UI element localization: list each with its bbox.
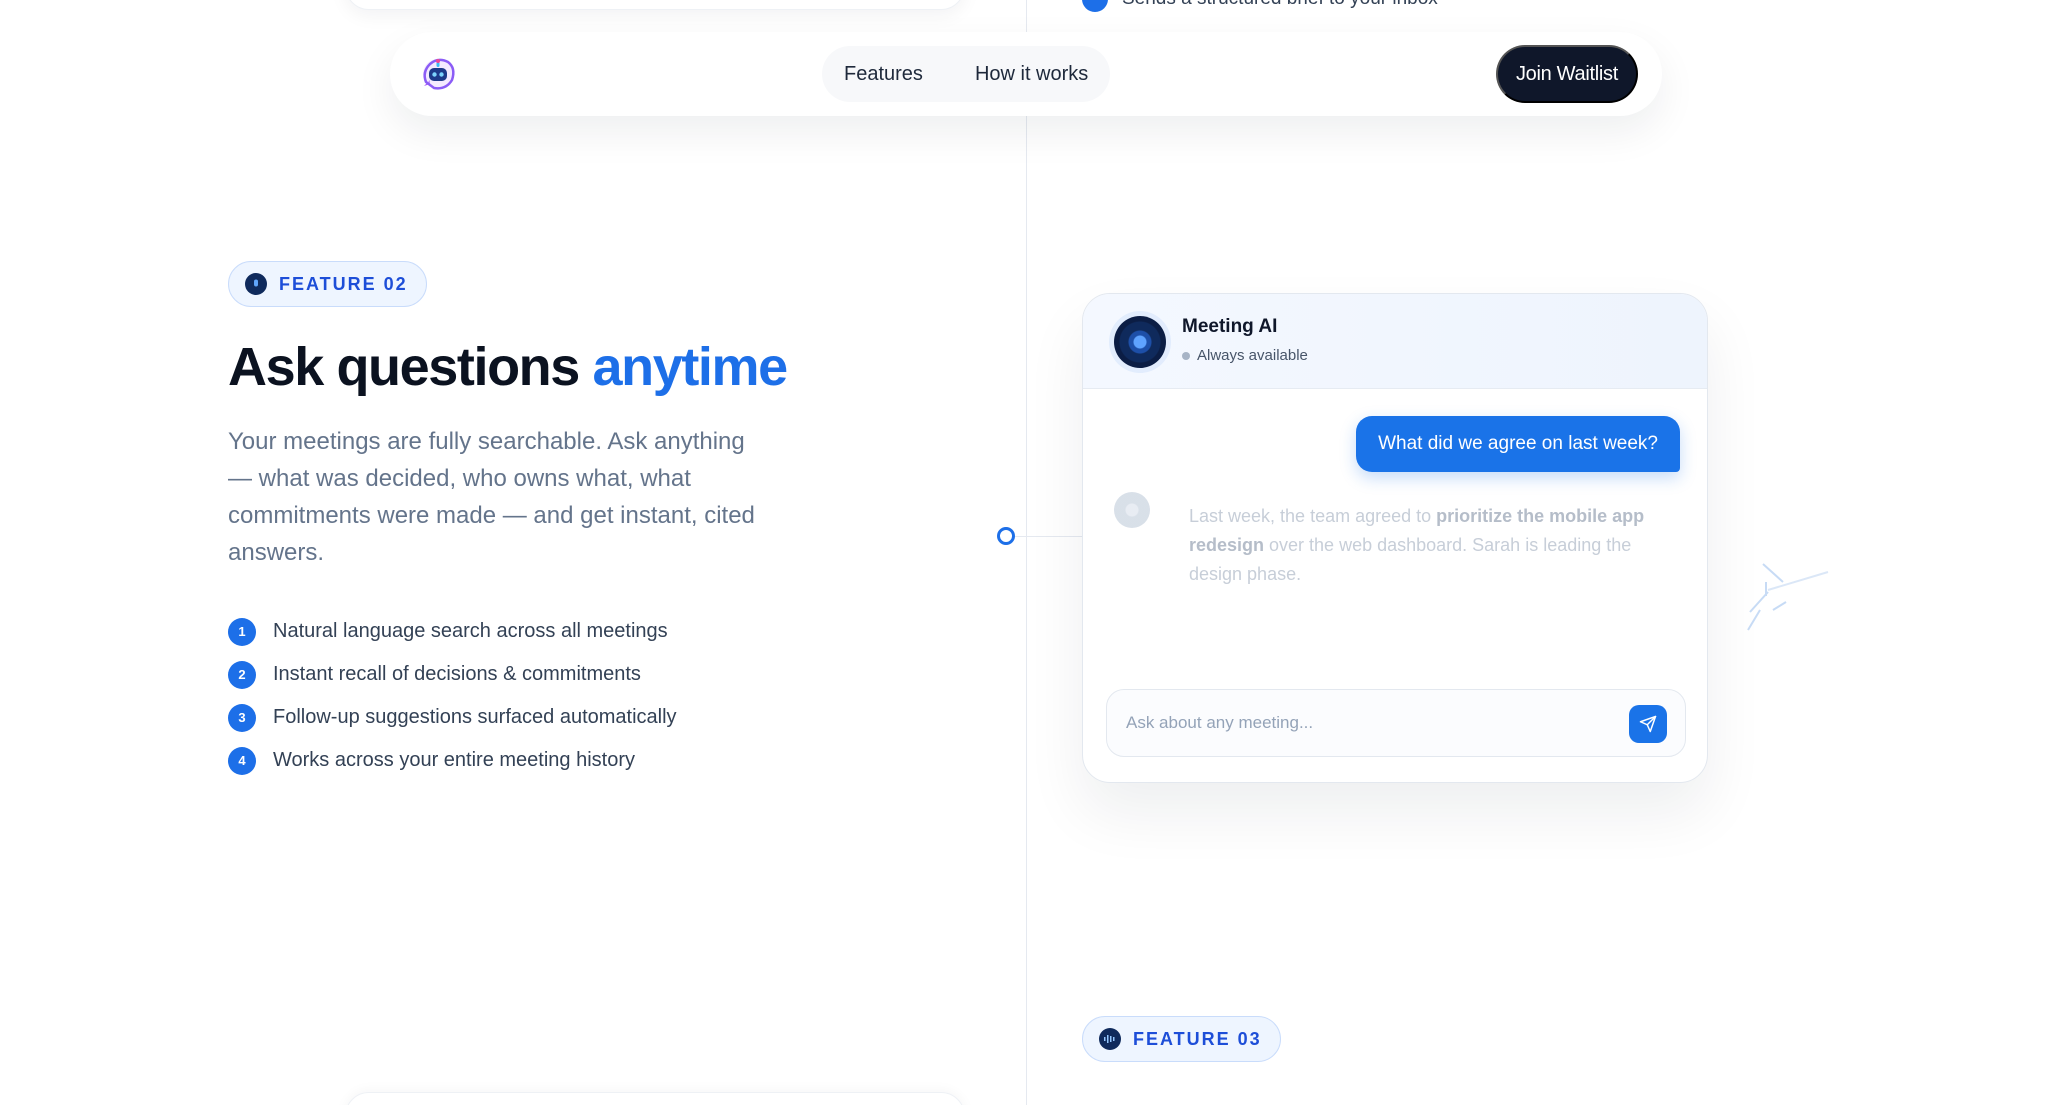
- meeting-ai-avatar: [1114, 316, 1166, 368]
- title-accent: anytime: [592, 337, 789, 397]
- send-icon: [1639, 715, 1657, 733]
- feature-03-badge-label: FEATURE 03: [1133, 1028, 1262, 1049]
- timeline-line: [1026, 0, 1027, 1105]
- bullet-text: Natural language search across all meeti…: [273, 620, 668, 642]
- list-item: 2 Instant recall of decisions & commitme…: [228, 653, 677, 696]
- chat-status: Always available: [1182, 347, 1308, 364]
- feature-02-description: Your meetings are fully searchable. Ask …: [228, 428, 755, 566]
- ai-reply-avatar: [1114, 492, 1150, 528]
- send-button[interactable]: [1629, 705, 1667, 743]
- user-message-bubble: What did we agree on last week?: [1356, 416, 1680, 472]
- title-main: Ask questions: [228, 337, 593, 397]
- bullet-text: Works across your entire meeting history: [273, 749, 635, 771]
- chat-input-box: [1106, 689, 1686, 757]
- chat-status-text: Always available: [1197, 347, 1308, 364]
- chat-header: Meeting AI Always available: [1083, 294, 1707, 389]
- decorative-sparkle-icon: [1747, 563, 1829, 631]
- chat-assistant-name: Meeting AI: [1182, 316, 1278, 337]
- step-number-badge: 2: [228, 660, 256, 689]
- list-item: 4 Works across your entire meeting histo…: [228, 739, 677, 782]
- list-item: 3 Follow-up suggestions surfaced automat…: [228, 696, 677, 739]
- join-waitlist-button[interactable]: Join Waitlist: [1495, 45, 1638, 103]
- previous-feature-item-text: Sends a structured brief to your inbox: [1122, 0, 1438, 10]
- feature-02-bullet-list: 1 Natural language search across all mee…: [228, 610, 677, 782]
- ai-reply-text: Last week, the team agreed to prioritize…: [1189, 502, 1659, 589]
- previous-feature-item: Sends a structured brief to your inbox: [1082, 0, 1438, 12]
- audio-waveform-icon: [1099, 1028, 1121, 1050]
- reply-part: Last week, the team agreed to: [1189, 506, 1437, 526]
- feature-02-badge-label: FEATURE 02: [279, 273, 408, 294]
- meeting-ai-chat-card: Meeting AI Always available What did we …: [1082, 293, 1708, 783]
- nav-link-how-it-works[interactable]: How it works: [975, 63, 1088, 86]
- status-dot-icon: [1182, 351, 1190, 360]
- bullet-text: Follow-up suggestions surfaced automatic…: [273, 706, 677, 728]
- robot-chat-logo-icon[interactable]: [416, 52, 460, 96]
- timeline-node: [997, 527, 1015, 545]
- feature-02-badge: FEATURE 02: [228, 261, 427, 307]
- next-feature-card: [345, 1092, 965, 1105]
- step-number-badge: 4: [228, 746, 256, 775]
- feature-03-badge: FEATURE 03: [1082, 1016, 1281, 1062]
- previous-feature-card: [345, 0, 965, 10]
- ask-meeting-input[interactable]: [1126, 690, 1606, 756]
- check-icon: [1082, 0, 1108, 12]
- nav-links: Features How it works: [822, 46, 1111, 102]
- step-number-badge: 1: [228, 617, 256, 646]
- step-number-badge: 3: [228, 703, 256, 732]
- feature-02-title: Ask questions anytime: [228, 336, 789, 398]
- list-item: 1 Natural language search across all mee…: [228, 610, 677, 653]
- timeline-connector: [1015, 536, 1083, 537]
- bullet-text: Instant recall of decisions & commitment…: [273, 663, 641, 685]
- nav-link-features[interactable]: Features: [844, 63, 923, 86]
- top-navbar: Features How it works Join Waitlist: [390, 32, 1662, 116]
- microphone-icon: [245, 273, 267, 295]
